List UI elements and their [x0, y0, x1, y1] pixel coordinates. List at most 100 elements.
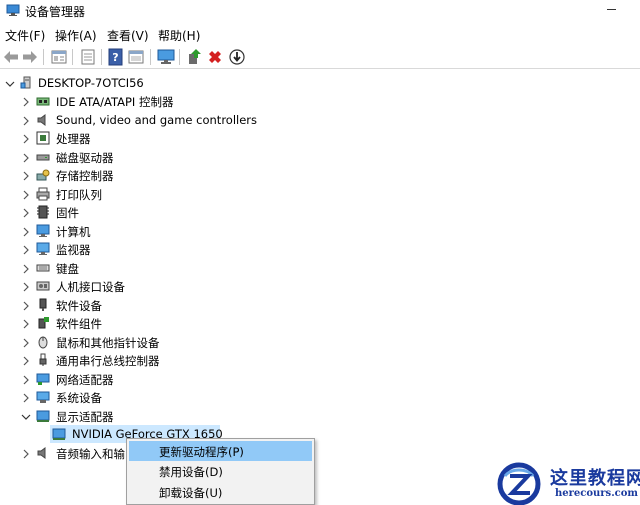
network-adapter-icon [36, 372, 50, 386]
back-arrow-icon[interactable] [2, 48, 20, 66]
chevron-right-icon[interactable] [21, 392, 31, 403]
category-label: 网络适配器 [56, 373, 114, 387]
category-label: 显示适配器 [56, 410, 114, 424]
menu-action[interactable]: 操作(A) [55, 27, 97, 44]
help-icon[interactable]: ? [107, 48, 125, 66]
watermark-title: 这里教程网 [550, 468, 640, 489]
disk-drive-icon [36, 150, 50, 164]
tree-category-processor[interactable]: 处理器 [0, 129, 300, 147]
chevron-right-icon[interactable] [21, 448, 31, 459]
properties-icon[interactable] [50, 48, 68, 66]
menu-help[interactable]: 帮助(H) [158, 27, 200, 44]
menu-bar: 文件(F) 操作(A) 查看(V) 帮助(H) [0, 23, 640, 44]
chevron-right-icon[interactable] [21, 115, 31, 126]
tree-category-software-device[interactable]: 软件设备 [0, 296, 300, 314]
tree-category-sound[interactable]: Sound, video and game controllers [0, 111, 300, 129]
device-tree: DESKTOP-7OTCI56 IDE ATA/ATAPI 控制器 Sound,… [0, 70, 640, 505]
chevron-right-icon[interactable] [21, 300, 31, 311]
minimize-button[interactable] [602, 1, 620, 17]
chevron-right-icon[interactable] [21, 189, 31, 200]
chevron-right-icon[interactable] [21, 170, 31, 181]
monitor-icon[interactable] [157, 48, 175, 66]
watermark: 这里教程网 herecours.com [497, 462, 640, 505]
tree-category-display[interactable]: 显示适配器 [0, 407, 300, 425]
chevron-right-icon[interactable] [21, 226, 31, 237]
tree-category-computer[interactable]: 计算机 [0, 222, 300, 240]
uninstall-icon[interactable] [206, 48, 224, 66]
menu-item-label: 卸载设备(U) [159, 486, 223, 500]
speaker-icon [36, 113, 50, 127]
category-label: 音频输入和输出 [56, 447, 137, 461]
ide-controller-icon [36, 94, 50, 108]
chevron-down-icon[interactable] [21, 411, 31, 421]
chevron-right-icon[interactable] [21, 374, 31, 385]
category-label: 软件设备 [56, 299, 102, 313]
category-label: 处理器 [56, 132, 91, 146]
category-label: Sound, video and game controllers [56, 113, 258, 127]
title-bar: 设备管理器 [0, 0, 640, 22]
tree-category-monitor[interactable]: 监视器 [0, 240, 300, 258]
tree-category-usb[interactable]: 通用串行总线控制器 [0, 351, 300, 369]
update-driver-icon[interactable] [186, 48, 204, 66]
tree-category-hid[interactable]: 人机接口设备 [0, 277, 300, 295]
forward-arrow-icon[interactable] [21, 48, 39, 66]
tree-category-mouse[interactable]: 鼠标和其他指针设备 [0, 333, 300, 351]
menu-item-label: 禁用设备(D) [159, 465, 223, 479]
monitor-icon [36, 242, 50, 256]
tree-category-print[interactable]: 打印队列 [0, 185, 300, 203]
toolbar: ? [0, 45, 640, 69]
tree-category-network[interactable]: 网络适配器 [0, 370, 300, 388]
tree-category-storage[interactable]: 存储控制器 [0, 166, 300, 184]
usb-icon [36, 353, 50, 367]
tree-root[interactable]: DESKTOP-7OTCI56 [0, 74, 300, 92]
chevron-right-icon[interactable] [21, 207, 31, 218]
toolbar-separator [101, 49, 102, 65]
menu-view[interactable]: 查看(V) [107, 27, 149, 44]
watermark-logo-icon [497, 462, 541, 505]
category-label: IDE ATA/ATAPI 控制器 [56, 95, 174, 109]
system-device-icon [36, 390, 50, 404]
tree-category-firmware[interactable]: 固件 [0, 203, 300, 221]
keyboard-icon [36, 261, 50, 275]
chevron-right-icon[interactable] [21, 318, 31, 329]
chevron-right-icon[interactable] [21, 281, 31, 292]
chevron-right-icon[interactable] [21, 337, 31, 348]
chevron-down-icon[interactable] [5, 78, 15, 88]
enable-icon[interactable] [228, 48, 246, 66]
category-label: 键盘 [56, 262, 79, 276]
watermark-url: herecours.com [555, 488, 639, 499]
category-label: 鼠标和其他指针设备 [56, 336, 160, 350]
category-label: 软件组件 [56, 317, 102, 331]
toolbar-separator [72, 49, 73, 65]
tree-category-disk[interactable]: 磁盘驱动器 [0, 148, 300, 166]
category-label: 计算机 [56, 225, 91, 239]
show-hidden-icon[interactable] [127, 48, 145, 66]
chevron-right-icon[interactable] [21, 244, 31, 255]
storage-controller-icon [36, 168, 50, 182]
category-label: 磁盘驱动器 [56, 151, 114, 165]
chevron-right-icon[interactable] [21, 152, 31, 163]
tree-category-keyboard[interactable]: 键盘 [0, 259, 300, 277]
context-menu: 更新驱动程序(P) 禁用设备(D) 卸载设备(U) [126, 438, 315, 505]
tree-category-audio[interactable]: 音频输入和输出 [0, 444, 137, 462]
menu-uninstall-device[interactable]: 卸载设备(U) [129, 482, 312, 502]
computer-icon [20, 76, 34, 90]
window-title: 设备管理器 [25, 5, 86, 19]
chevron-right-icon[interactable] [21, 96, 31, 107]
svg-text:?: ? [112, 51, 118, 64]
tree-category-software-component[interactable]: 软件组件 [0, 314, 300, 332]
menu-file[interactable]: 文件(F) [5, 27, 45, 44]
display-adapter-icon [36, 409, 50, 423]
chevron-right-icon[interactable] [21, 355, 31, 366]
firmware-icon [36, 205, 50, 219]
toolbar-separator [150, 49, 151, 65]
category-label: 人机接口设备 [56, 280, 125, 294]
menu-update-driver[interactable]: 更新驱动程序(P) [129, 441, 312, 461]
chevron-right-icon[interactable] [21, 263, 31, 274]
toolbar-separator [179, 49, 180, 65]
menu-disable-device[interactable]: 禁用设备(D) [129, 461, 312, 481]
view-icon[interactable] [79, 48, 97, 66]
tree-category-ide[interactable]: IDE ATA/ATAPI 控制器 [0, 92, 300, 110]
tree-category-system[interactable]: 系统设备 [0, 388, 300, 406]
chevron-right-icon[interactable] [21, 133, 31, 144]
